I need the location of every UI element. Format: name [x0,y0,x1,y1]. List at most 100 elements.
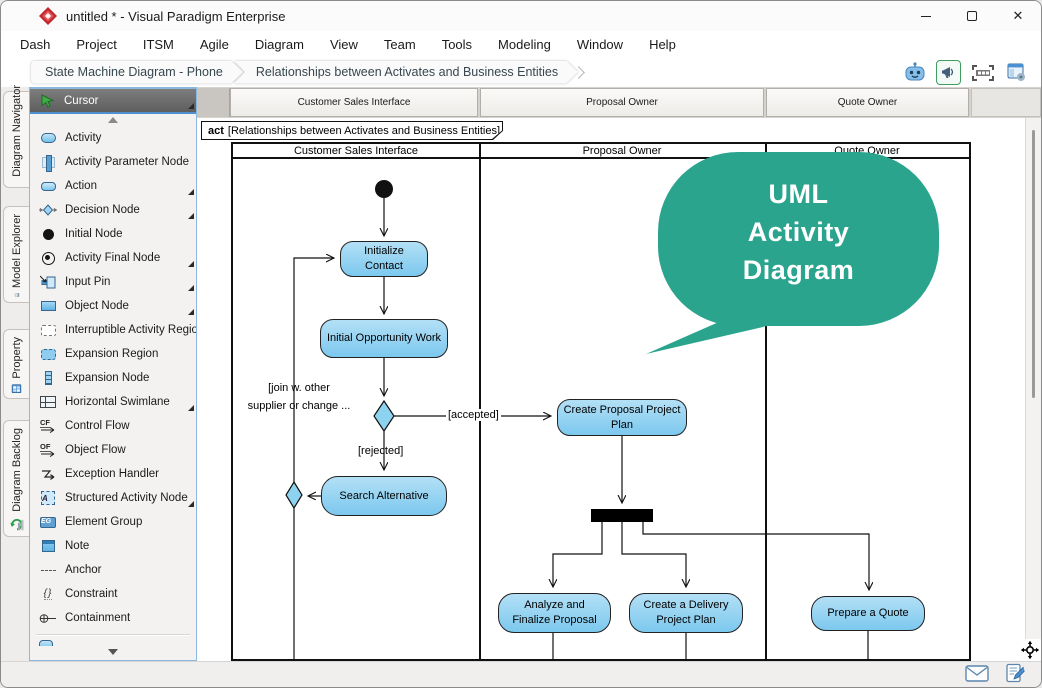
toolbox-item-object-flow[interactable]: OF Object Flow [30,438,196,462]
toolbox-scroll-down[interactable] [30,646,196,658]
toolbox-item-input-pin[interactable]: Input Pin [30,270,196,294]
toolbox-item-activity[interactable]: Activity [30,126,196,150]
toolbox-item-control-flow[interactable]: CF Control Flow [30,414,196,438]
main-area: Diagram Navigator Model Explorer [1,87,1041,661]
submenu-corner-icon [188,309,194,315]
panel-window-icon[interactable] [1004,60,1029,85]
toolbox-item-exception-handler[interactable]: Exception Handler [30,462,196,486]
compose-document-icon[interactable] [1005,663,1025,688]
menu-window[interactable]: Window [564,34,636,55]
scroll-down-icon [108,649,118,655]
menu-itsm[interactable]: ITSM [130,34,187,55]
menu-agile[interactable]: Agile [187,34,242,55]
toolbox-item-clipped[interactable] [30,638,196,646]
lane-header-quote-owner[interactable]: Quote Owner [765,144,969,157]
toolbox-item-action[interactable]: Action [30,174,196,198]
toolbox-item-structured-activity-node[interactable]: A Structured Activity Node [30,486,196,510]
lane-button-customer-sales-interface[interactable]: Customer Sales Interface [230,88,478,117]
action-search-alternative[interactable]: Search Alternative [321,476,447,516]
fork-bar[interactable] [591,509,653,522]
anchor-icon [39,562,57,578]
robot-assistant-icon[interactable] [902,60,927,85]
lane-divider [479,144,481,659]
toolbox-item-note[interactable]: Note [30,534,196,558]
menu-diagram[interactable]: Diagram [242,34,317,55]
scrollbar-thumb[interactable] [1032,130,1035,398]
toolbox-item-cursor[interactable]: Cursor [30,89,196,114]
action-create-a-delivery-project-plan[interactable]: Create a Delivery Project Plan [629,593,743,633]
lane-header-customer-sales-interface[interactable]: Customer Sales Interface [233,144,479,157]
toolbox-item-element-group[interactable]: EG Element Group [30,510,196,534]
action-create-proposal-project-plan[interactable]: Create Proposal Project Plan [557,399,687,436]
close-button[interactable]: ✕ [995,1,1041,31]
element-group-icon: EG [39,514,57,530]
object-flow-icon: OF [39,442,57,458]
lane-header-proposal-owner[interactable]: Proposal Owner [479,144,765,157]
menu-dash[interactable]: Dash [7,34,63,55]
toolbox-item-anchor[interactable]: Anchor [30,558,196,582]
menu-modeling[interactable]: Modeling [485,34,564,55]
toolbox-item-containment[interactable]: Containment [30,606,196,630]
breadcrumb-toolbar: State Machine Diagram - Phone Relationsh… [1,57,1041,87]
fit-selection-icon[interactable] [970,60,995,85]
vertical-scrollbar[interactable] [1025,118,1041,661]
toolbox-item-interruptible-activity-region[interactable]: Interruptible Activity Region [30,318,196,342]
toolbox-item-activity-final-node[interactable]: Activity Final Node [30,246,196,270]
menu-team[interactable]: Team [371,34,429,55]
pan-crosshair-icon[interactable] [1019,639,1041,661]
horizontal-swimlane-icon [39,394,57,410]
initial-node-icon [39,226,57,242]
decision-node-icon [39,202,57,218]
maximize-icon [967,11,977,21]
lane-button-quote-owner[interactable]: Quote Owner [766,88,969,117]
toolbox-divider [36,634,190,636]
tab-property[interactable]: Property [3,329,29,399]
action-initialize-contact[interactable]: Initialize Contact [340,241,428,277]
menu-view[interactable]: View [317,34,371,55]
toolbox-item-horizontal-swimlane[interactable]: Horizontal Swimlane [30,390,196,414]
menu-tools[interactable]: Tools [429,34,485,55]
lane-button-proposal-owner[interactable]: Proposal Owner [480,88,764,117]
guard-rejected[interactable]: [rejected] [356,445,405,457]
toolbox-scroll-up[interactable] [30,114,196,126]
tab-model-explorer[interactable]: Model Explorer [3,206,29,303]
activity-icon [39,130,57,146]
activity-frame-label[interactable]: act [Relationships between Activates and… [201,121,503,140]
minimize-button[interactable] [903,1,949,31]
toolbox-item-initial-node[interactable]: Initial Node [30,222,196,246]
menu-project[interactable]: Project [63,34,129,55]
toolbox-item-expansion-region[interactable]: Expansion Region [30,342,196,366]
toolbar-icon-group [902,60,1029,85]
tab-diagram-backlog[interactable]: Diagram Backlog [3,420,29,537]
swimlane-corner-cell[interactable] [197,88,230,117]
menu-help[interactable]: Help [636,34,689,55]
mail-icon[interactable] [965,665,989,687]
toolbox-item-object-node[interactable]: Object Node [30,294,196,318]
action-prepare-a-quote[interactable]: Prepare a Quote [811,596,925,631]
minimize-icon [921,16,931,17]
frame-title: [Relationships between Activates and Bus… [228,125,500,137]
breadcrumb-relationships[interactable]: Relationships between Activates and Busi… [234,61,578,84]
maximize-button[interactable] [949,1,995,31]
menu-bar: Dash Project ITSM Agile Diagram View Tea… [1,31,1041,57]
action-analyze-and-finalize-proposal[interactable]: Analyze and Finalize Proposal [498,593,611,633]
submenu-corner-icon [188,213,194,219]
diagram-backlog-icon [9,517,25,531]
announcement-megaphone-icon[interactable] [936,60,961,85]
toolbox-item-constraint[interactable]: {} Constraint [30,582,196,606]
initial-node[interactable] [375,180,393,198]
submenu-corner-icon [188,103,194,109]
toolbox-item-activity-parameter-node[interactable]: Activity Parameter Node [30,150,196,174]
canvas-body[interactable]: act [Relationships between Activates and… [197,118,1041,661]
action-initial-opportunity-work[interactable]: Initial Opportunity Work [320,319,448,358]
toolbox-item-decision-node[interactable]: Decision Node [30,198,196,222]
breadcrumb-diagram[interactable]: State Machine Diagram - Phone [31,61,243,84]
guard-accepted[interactable]: [accepted] [446,409,501,421]
toolbox-item-expansion-node[interactable]: Expansion Node [30,366,196,390]
diagram-canvas: Customer Sales Interface Proposal Owner … [197,87,1041,661]
activity-final-node-icon [39,250,57,266]
tab-diagram-navigator[interactable]: Diagram Navigator [3,91,29,188]
guard-join-with-other-supplier[interactable]: [join w. other supplier or change ... [239,380,359,415]
app-window: untitled * - Visual Paradigm Enterprise … [0,0,1042,688]
status-bar [1,661,1041,688]
